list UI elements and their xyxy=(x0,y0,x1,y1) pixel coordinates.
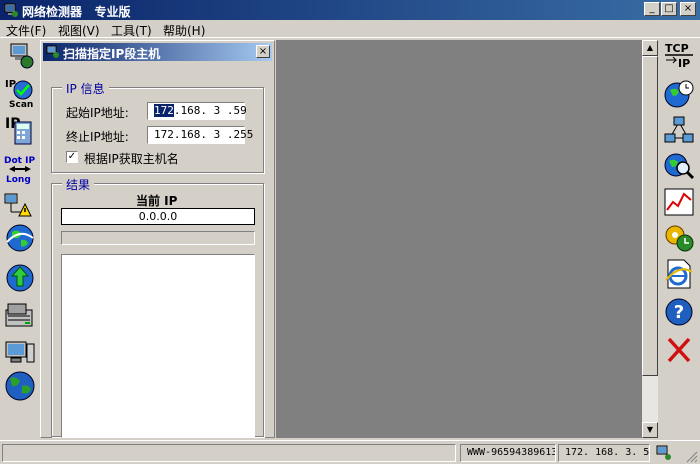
chart-icon xyxy=(664,188,694,216)
menu-file[interactable]: 文件(F) xyxy=(6,22,46,39)
start-ip-selected-octet: 172 xyxy=(154,104,174,117)
computer-monitor-icon xyxy=(5,341,35,363)
current-ip-label: 当前 IP xyxy=(136,194,178,208)
ip-label: IP xyxy=(678,57,690,70)
resolve-hostname-checkbox[interactable]: ✓ xyxy=(66,151,78,163)
ip-scan-bottom-label: Scan xyxy=(9,100,33,110)
resolve-hostname-label[interactable]: 根据IP获取主机名 xyxy=(84,150,179,167)
globe-search-icon xyxy=(664,153,695,180)
chart-tool[interactable] xyxy=(662,186,696,218)
ip-scan-icon: IP Scan xyxy=(5,79,33,110)
globe-search-tool[interactable] xyxy=(662,150,696,182)
result-legend: 结果 xyxy=(62,176,95,193)
maximize-button[interactable]: □ xyxy=(661,2,677,16)
mdi-client-area xyxy=(276,40,642,438)
tcp-ip-tool[interactable]: TCP IP xyxy=(662,40,696,72)
network-nodes-tool[interactable] xyxy=(662,114,696,146)
help-glyph: ? xyxy=(674,302,684,323)
scroll-thumb[interactable] xyxy=(642,56,658,376)
menu-view[interactable]: 视图(V) xyxy=(58,22,100,39)
world-globe-tool[interactable] xyxy=(3,370,37,402)
minimize-button[interactable]: _ xyxy=(644,2,660,16)
scan-ip-range-panel: 扫描指定IP段主机 × IP 信息 起始IP地址: 172.168. 3 .59… xyxy=(40,40,275,438)
start-ip-label: 起始IP地址: xyxy=(66,106,129,120)
status-network-icon xyxy=(656,445,671,460)
dot-ip-long-icon: Dot IP Long xyxy=(4,156,35,185)
server-rack-tool[interactable] xyxy=(3,300,37,332)
server-rack-icon xyxy=(5,303,33,327)
tcp-ip-icon: TCP IP xyxy=(665,42,693,70)
long-label: Long xyxy=(6,175,31,185)
network-computer-tool[interactable] xyxy=(3,40,37,72)
panel-title-icon xyxy=(46,45,59,58)
network-warning-icon xyxy=(4,193,32,217)
status-ip: 172. 168. 3. 59 xyxy=(558,444,650,462)
right-toolbar: TCP IP ? xyxy=(658,38,700,438)
globe-upload-icon xyxy=(6,264,34,292)
ip-info-legend: IP 信息 xyxy=(62,80,109,97)
ip-info-group: IP 信息 起始IP地址: 172.168. 3 .59 终止IP地址: 172… xyxy=(51,80,264,173)
tcp-label: TCP xyxy=(665,42,689,55)
close-button[interactable]: × xyxy=(680,2,696,16)
globe-clock-icon xyxy=(664,80,694,108)
menu-tools[interactable]: 工具(T) xyxy=(111,22,152,39)
start-ip-field[interactable]: 172.168. 3 .59 xyxy=(147,102,247,120)
panel-title-bar: 扫描指定IP段主机 × xyxy=(43,43,272,61)
result-group: 结果 当前 IP 0.0.0.0 xyxy=(51,176,264,438)
scan-result-list[interactable] xyxy=(61,254,255,438)
panel-title: 扫描指定IP段主机 xyxy=(63,47,161,61)
network-warning-tool[interactable] xyxy=(3,190,37,222)
scroll-up-button[interactable]: ▲ xyxy=(642,40,658,56)
dot-ip-long-tool[interactable]: Dot IP Long xyxy=(3,154,37,190)
scan-progress-bar xyxy=(61,231,255,245)
current-ip-readout: 0.0.0.0 xyxy=(61,208,255,225)
globe-clock-tool[interactable] xyxy=(662,78,696,110)
window-title: 网络检测器 专业版 xyxy=(22,5,131,19)
exit-tool[interactable] xyxy=(662,334,696,366)
globe-upload-tool[interactable] xyxy=(3,262,37,294)
left-toolbar: IP Scan IP Dot IP Long xyxy=(0,38,40,438)
gear-clock-tool[interactable] xyxy=(662,222,696,254)
title-bar: 网络检测器 专业版 _ □ × xyxy=(0,0,700,20)
end-ip-field[interactable]: 172.168. 3 .255 xyxy=(147,126,253,144)
menu-help[interactable]: 帮助(H) xyxy=(163,22,205,39)
network-computer-icon xyxy=(10,43,34,69)
resize-grip-icon[interactable] xyxy=(684,449,698,463)
menu-bar: 文件(F) 视图(V) 工具(T) 帮助(H) xyxy=(0,20,700,38)
ip-scan-tool[interactable]: IP Scan xyxy=(3,76,37,110)
start-ip-rest: .168. 3 .59 xyxy=(173,104,247,117)
exit-x-icon xyxy=(667,337,691,363)
status-message xyxy=(2,444,456,462)
help-icon: ? xyxy=(665,298,693,326)
internet-globe-tool[interactable] xyxy=(3,222,37,254)
gear-clock-icon xyxy=(665,225,694,252)
ip-calculator-icon: IP xyxy=(5,116,32,145)
help-tool[interactable]: ? xyxy=(662,296,696,328)
ie-document-tool[interactable] xyxy=(662,258,696,290)
app-icon xyxy=(4,3,18,17)
internet-globe-icon xyxy=(6,224,34,252)
vertical-scrollbar[interactable]: ▲ ▼ xyxy=(642,40,658,438)
computer-monitor-tool[interactable] xyxy=(3,336,37,368)
status-bar: WWW-96594389613 172. 168. 3. 59 xyxy=(0,440,700,464)
scroll-down-button[interactable]: ▼ xyxy=(642,422,658,438)
panel-close-button[interactable]: × xyxy=(256,45,270,58)
ie-document-icon xyxy=(665,259,693,289)
ip-calculator-tool[interactable]: IP xyxy=(3,114,37,150)
end-ip-label: 终止IP地址: xyxy=(66,130,129,144)
network-nodes-icon xyxy=(664,116,694,143)
status-www: WWW-96594389613 xyxy=(460,444,556,462)
world-globe-icon xyxy=(5,371,35,401)
dot-ip-label: Dot IP xyxy=(4,156,35,166)
